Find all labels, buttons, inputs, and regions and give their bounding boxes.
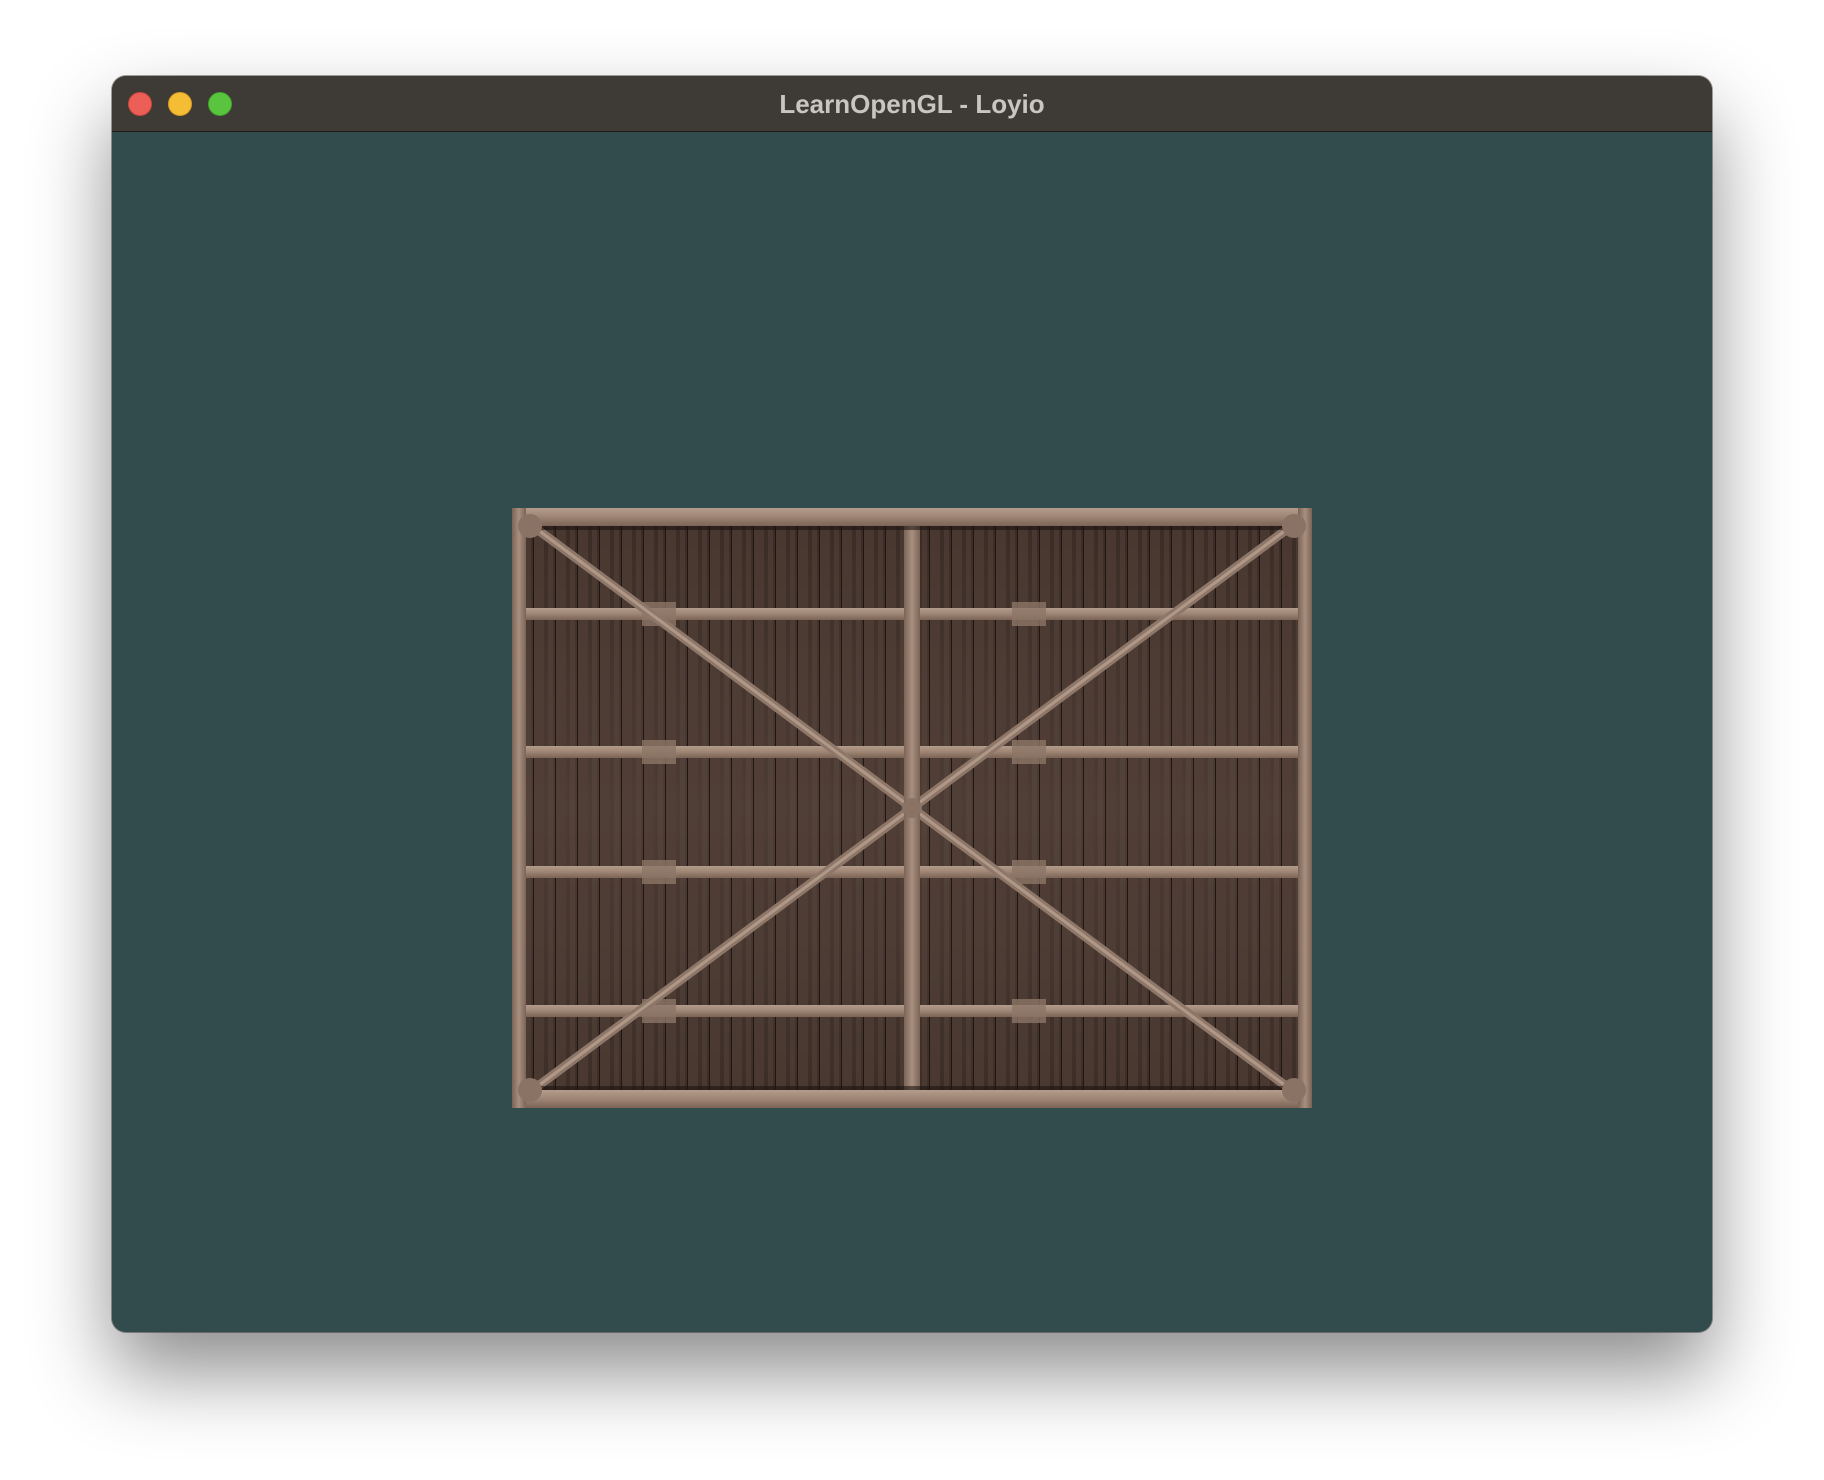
wooden-crate-texture xyxy=(512,508,1312,1108)
app-window: LearnOpenGL - Loyio xyxy=(112,76,1712,1332)
title-bar[interactable]: LearnOpenGL - Loyio xyxy=(112,76,1712,132)
crate-image xyxy=(512,508,1312,1108)
window-title: LearnOpenGL - Loyio xyxy=(779,89,1045,119)
opengl-viewport[interactable] xyxy=(112,132,1712,1332)
